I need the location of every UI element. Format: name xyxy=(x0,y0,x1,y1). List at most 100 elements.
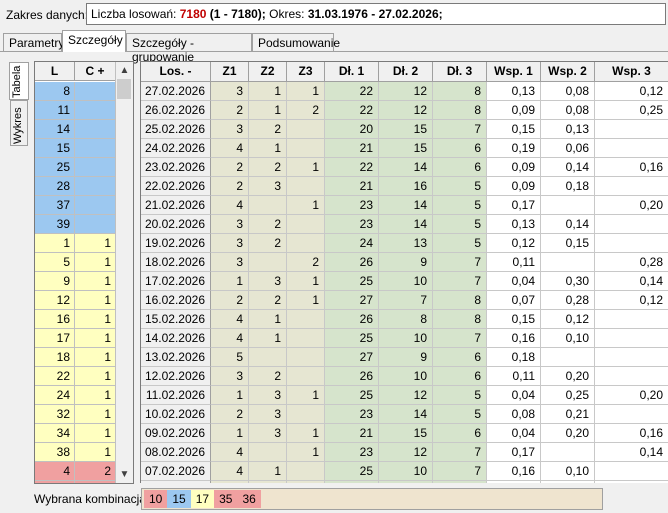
draws-grid[interactable]: Los. - Z1 Z2 Z3 Dł. 1 Dł. 2 Dł. 3 Wsp. 1 Wsp. 2W… xyxy=(140,61,668,483)
draw-value-cell: 12 xyxy=(379,101,433,120)
draw-value-cell: 0,18 xyxy=(487,348,541,367)
number-row[interactable]: 15 xyxy=(35,139,116,158)
draw-row[interactable]: 26.02.2026 2 1 2 22 12 8 0,09 0,08 0,25 xyxy=(141,101,668,120)
draw-value-cell: 0,30 xyxy=(541,272,595,291)
draw-row[interactable]: 15.02.2026 4 1 26 8 8 0,15 0,12 xyxy=(141,310,668,329)
draw-value-cell: 0,14 xyxy=(541,158,595,177)
scroll-down-icon[interactable]: ▼ xyxy=(116,466,133,483)
column-header[interactable]: Dł. 2 xyxy=(379,62,433,82)
draw-date-cell: 09.02.2026 xyxy=(141,424,211,443)
draw-value-cell: 0,15 xyxy=(541,234,595,253)
draw-row[interactable]: 22.02.2026 2 3 21 16 5 0,09 0,18 xyxy=(141,177,668,196)
number-row[interactable]: 16 1 xyxy=(35,310,116,329)
draw-row[interactable]: 14.02.2026 4 1 25 10 7 0,16 0,10 xyxy=(141,329,668,348)
draw-value-cell: 8 xyxy=(433,291,487,310)
draw-row[interactable]: 06.02.2026311261060,110,100,16 xyxy=(141,481,668,483)
count-cell xyxy=(75,139,116,158)
scroll-thumb[interactable] xyxy=(117,79,131,99)
tab-szczegoly[interactable]: Szczegóły xyxy=(62,30,126,52)
draw-value-cell: 4 xyxy=(211,310,249,329)
draw-value-cell xyxy=(595,215,668,234)
draw-row[interactable]: 09.02.2026 1 3 1 21 15 6 0,04 0,20 0,16 xyxy=(141,424,668,443)
tab-podsumowanie[interactable]: Podsumowanie xyxy=(252,33,340,51)
draw-row[interactable]: 24.02.2026 4 1 21 15 6 0,19 0,06 xyxy=(141,139,668,158)
column-header[interactable]: Wsp. 1 xyxy=(487,62,541,82)
draw-row[interactable]: 27.02.2026 3 1 1 22 12 8 0,13 0,08 0,12 xyxy=(141,82,668,101)
number-row[interactable]: 28 xyxy=(35,177,116,196)
draw-value-cell: 5 xyxy=(211,348,249,367)
draw-value-cell: 6 xyxy=(433,367,487,386)
numbers-grid-scrollbar[interactable]: ▲ ▼ xyxy=(115,62,133,483)
column-header[interactable]: Dł. 3 xyxy=(433,62,487,82)
number-row[interactable]: 34 1 xyxy=(35,424,116,443)
number-row[interactable]: 8 xyxy=(35,82,116,101)
number-row[interactable]: 22 1 xyxy=(35,367,116,386)
number-row[interactable]: 11 xyxy=(35,101,116,120)
number-row[interactable]: 25 xyxy=(35,158,116,177)
tab-parametry[interactable]: Parametry xyxy=(3,33,64,51)
draw-value-cell: 1 xyxy=(287,82,325,101)
draw-value-cell: 6 xyxy=(433,158,487,177)
number-row[interactable]: 24 1 xyxy=(35,386,116,405)
column-header[interactable]: Los. - xyxy=(141,62,211,82)
draw-value-cell: 0,07 xyxy=(487,291,541,310)
draw-value-cell: 3 xyxy=(211,120,249,139)
selected-combination: 10 15 17 35 36 xyxy=(141,488,603,510)
draw-value-cell: 0,16 xyxy=(595,481,668,483)
column-header[interactable]: Z3 xyxy=(287,62,325,82)
draw-row[interactable]: 13.02.2026 5 27 9 6 0,18 xyxy=(141,348,668,367)
draw-row[interactable]: 20.02.2026 3 2 23 14 5 0,13 0,14 xyxy=(141,215,668,234)
number-row[interactable]: 17 1 xyxy=(35,329,116,348)
side-tab-wykres[interactable]: Wykres xyxy=(10,100,28,146)
draw-row[interactable]: 16.02.2026 2 2 1 27 7 8 0,07 0,28 0,12 xyxy=(141,291,668,310)
draw-row[interactable]: 07.02.2026 4 1 25 10 7 0,16 0,10 xyxy=(141,462,668,481)
count-cell: 2 xyxy=(75,481,116,483)
header-c-plus[interactable]: C + xyxy=(75,62,116,81)
column-header[interactable]: Z1 xyxy=(211,62,249,82)
numbers-grid[interactable]: L C + 8 11 14 15 25 28 37 39 1 1 5 1 9 1 12 1 16 1 17 1 18 1 2… xyxy=(34,61,134,484)
draw-row[interactable]: 25.02.2026 3 2 20 15 7 0,15 0,13 xyxy=(141,120,668,139)
draw-row[interactable]: 19.02.2026 3 2 24 13 5 0,12 0,15 xyxy=(141,234,668,253)
number-row[interactable]: 91 xyxy=(35,272,116,291)
number-row[interactable]: 38 1 xyxy=(35,443,116,462)
draw-row[interactable]: 21.02.2026 4 1 23 14 5 0,17 0,20 xyxy=(141,196,668,215)
column-header[interactable]: Dł. 1 xyxy=(325,62,379,82)
number-row[interactable]: 42 xyxy=(35,462,116,481)
header-l[interactable]: L xyxy=(35,62,75,81)
column-header[interactable]: Wsp. 2 xyxy=(541,62,595,82)
draw-value-cell xyxy=(249,443,287,462)
count-cell: 1 xyxy=(75,443,116,462)
column-header[interactable]: Z2 xyxy=(249,62,287,82)
column-header[interactable]: Wsp. 3 xyxy=(595,62,668,82)
number-row[interactable]: 39 xyxy=(35,215,116,234)
side-tab-tabela[interactable]: Tabela xyxy=(9,62,29,100)
tab-szczegoly-grupowanie[interactable]: Szczegóły - grupowanie xyxy=(126,33,252,64)
combination-number: 15 xyxy=(167,490,191,508)
draw-row[interactable]: 23.02.2026 2 2 1 22 14 6 0,09 0,14 0,16 xyxy=(141,158,668,177)
draw-value-cell: 7 xyxy=(379,291,433,310)
number-row[interactable]: 11 xyxy=(35,234,116,253)
number-row[interactable]: 14 xyxy=(35,120,116,139)
number-cell: 8 xyxy=(35,82,75,101)
draw-row[interactable]: 18.02.2026 3 2 26 9 7 0,11 0,28 xyxy=(141,253,668,272)
draw-value-cell: 0,20 xyxy=(595,386,668,405)
draw-row[interactable]: 12.02.2026 3 2 26 10 6 0,11 0,20 xyxy=(141,367,668,386)
number-row[interactable]: 18 1 xyxy=(35,348,116,367)
scroll-up-icon[interactable]: ▲ xyxy=(116,62,133,79)
draw-value-cell: 0,20 xyxy=(541,424,595,443)
number-row[interactable]: 72 xyxy=(35,481,116,483)
number-row[interactable]: 51 xyxy=(35,253,116,272)
count-cell: 1 xyxy=(75,272,116,291)
number-row[interactable]: 32 1 xyxy=(35,405,116,424)
number-row[interactable]: 37 xyxy=(35,196,116,215)
draw-value-cell: 2 xyxy=(249,158,287,177)
range-info-field[interactable]: Liczba losowań: 7180 (1 - 7180); Okres: … xyxy=(86,3,666,25)
draw-value-cell xyxy=(287,310,325,329)
draw-value-cell xyxy=(595,234,668,253)
draw-row[interactable]: 11.02.2026 1 3 1 25 12 5 0,04 0,25 0,20 xyxy=(141,386,668,405)
draw-date-cell: 15.02.2026 xyxy=(141,310,211,329)
draw-row[interactable]: 17.02.2026 1 3 1 25 10 7 0,04 0,30 0,14 xyxy=(141,272,668,291)
draw-row[interactable]: 08.02.2026 4 1 23 12 7 0,17 0,14 xyxy=(141,443,668,462)
draw-row[interactable]: 10.02.2026 2 3 23 14 5 0,08 0,21 xyxy=(141,405,668,424)
number-row[interactable]: 12 1 xyxy=(35,291,116,310)
